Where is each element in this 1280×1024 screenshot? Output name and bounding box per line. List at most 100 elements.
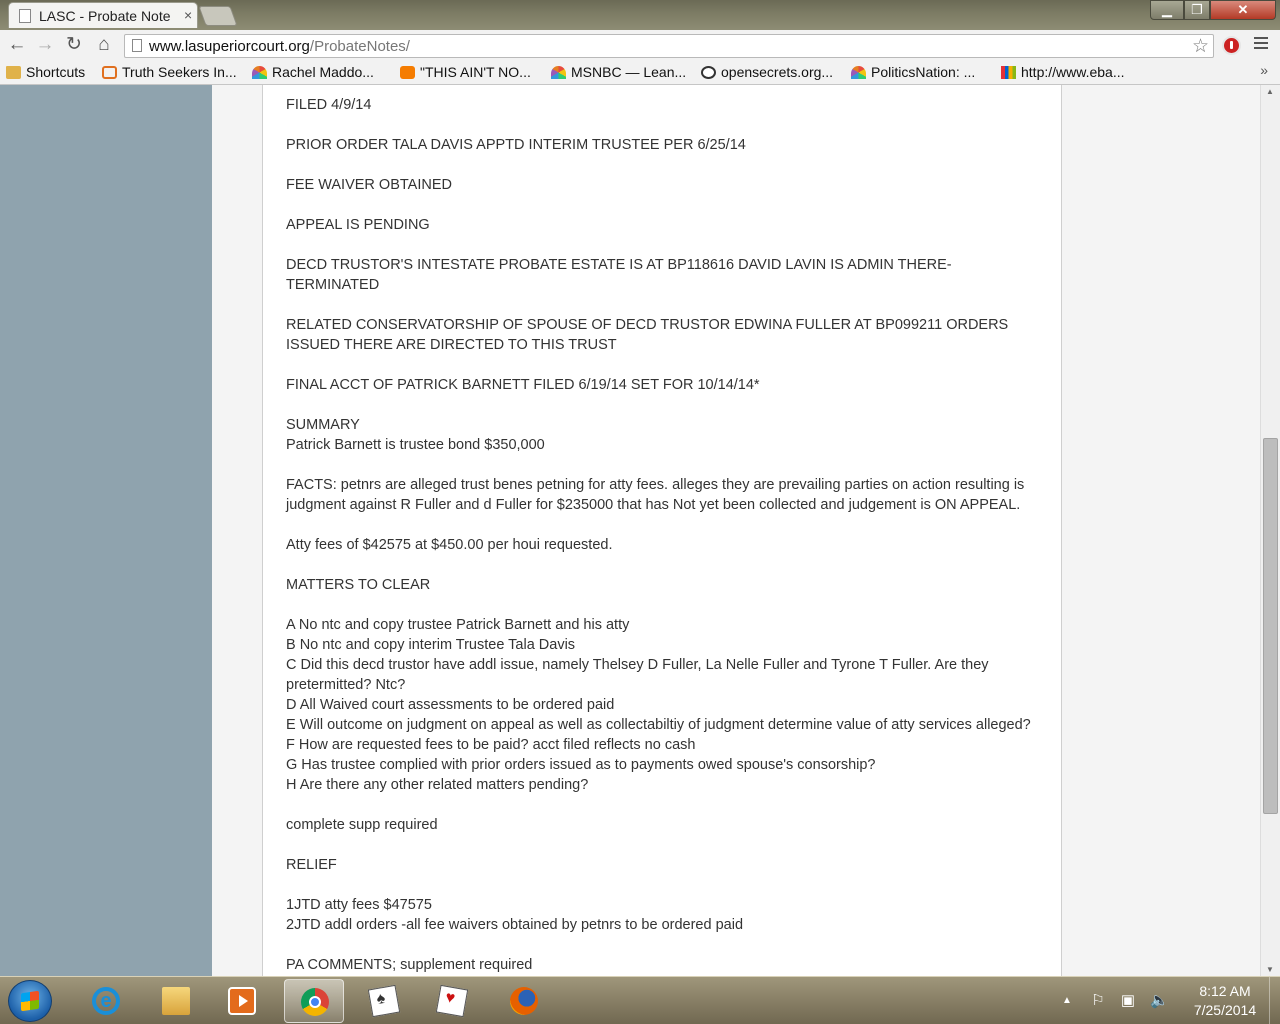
- show-hidden-icons-icon[interactable]: ▲: [1062, 995, 1072, 1006]
- page-icon: [132, 39, 142, 52]
- relief-item: 1JTD atty fees $47575: [286, 897, 432, 913]
- bookmark-ebay[interactable]: http://www.eba...: [1001, 62, 1125, 82]
- matter-item: E Will outcome on judgment on appeal as …: [286, 717, 1031, 733]
- tab-lasc-probate-notes[interactable]: LASC - Probate Note ×: [8, 2, 198, 28]
- taskbar-firefox[interactable]: [494, 979, 554, 1023]
- restore-button[interactable]: ❐: [1184, 0, 1210, 20]
- note-filed: FILED 4/9/14: [286, 97, 372, 113]
- volume-icon[interactable]: 🔈: [1150, 993, 1169, 1009]
- clock-date: 7/25/2014: [1193, 1002, 1257, 1018]
- note-prior-order: PRIOR ORDER TALA DAVIS APPTD INTERIM TRU…: [286, 137, 746, 153]
- probate-notes-text: FILED 4/9/14 PRIOR ORDER TALA DAVIS APPT…: [286, 95, 1046, 976]
- summary-text: Patrick Barnett is trustee bond $350,000: [286, 437, 545, 453]
- close-window-button[interactable]: ✕: [1210, 0, 1276, 20]
- ie-icon: e: [92, 987, 120, 1015]
- bookmark-label: http://www.eba...: [1021, 64, 1125, 80]
- matter-item: F How are requested fees to be paid? acc…: [286, 737, 696, 753]
- truthseekers-icon: [102, 66, 117, 79]
- action-center-flag-icon[interactable]: ⚐: [1090, 993, 1106, 1009]
- note-facts: FACTS: petnrs are alleged trust benes pe…: [286, 477, 1025, 513]
- bookmark-msnbc[interactable]: MSNBC — Lean...: [551, 62, 686, 82]
- note-related-conservatorship: RELATED CONSERVATORSHIP OF SPOUSE OF DEC…: [286, 317, 1009, 353]
- explorer-icon: [162, 987, 190, 1015]
- nbc-peacock-icon: [851, 66, 866, 79]
- matter-item: A No ntc and copy trustee Patrick Barnet…: [286, 617, 630, 633]
- blogger-icon: [400, 66, 415, 79]
- bookmark-label: Shortcuts: [26, 64, 86, 80]
- window-controls: ▁ ❐ ✕: [1150, 0, 1276, 22]
- extension-power-icon[interactable]: [1222, 36, 1241, 55]
- show-desktop-button[interactable]: [1269, 977, 1280, 1024]
- probate-note-panel: FILED 4/9/14 PRIOR ORDER TALA DAVIS APPT…: [262, 85, 1062, 976]
- scrollbar-thumb[interactable]: [1263, 438, 1278, 814]
- minimize-button[interactable]: ▁: [1150, 0, 1184, 20]
- system-tray: ▲ ⚐ ▣ 🔈 8:12 AM 7/25/2014: [1056, 977, 1280, 1024]
- hearts-icon: [435, 984, 469, 1018]
- bookmark-shortcuts[interactable]: Shortcuts: [6, 62, 85, 82]
- bookmark-opensecrets[interactable]: opensecrets.org...: [701, 62, 833, 82]
- bookmark-label: "THIS AIN'T NO...: [420, 64, 531, 80]
- bookmark-politicsnation[interactable]: PoliticsNation: ...: [851, 62, 975, 82]
- forward-arrow-icon[interactable]: →: [34, 34, 56, 56]
- bookmark-label: opensecrets.org...: [721, 64, 834, 80]
- bookmarks-overflow-icon[interactable]: »: [1260, 62, 1268, 78]
- bookmark-truth-seekers[interactable]: Truth Seekers In...: [102, 62, 237, 82]
- title-bar: LASC - Probate Note × ▁ ❐ ✕: [0, 0, 1280, 30]
- windows-taskbar: e ▲ ⚐ ▣ 🔈 8:12 AM 7/25/2014: [0, 976, 1280, 1024]
- ebay-icon: [1001, 66, 1016, 79]
- back-arrow-icon[interactable]: ←: [6, 34, 28, 56]
- solitaire-icon: [367, 984, 401, 1018]
- bookmark-label: Truth Seekers In...: [122, 64, 237, 80]
- url-path: /ProbateNotes/: [309, 38, 410, 55]
- relief-item: 2JTD addl orders -all fee waivers obtain…: [286, 917, 744, 933]
- url-text[interactable]: www.lasuperiorcourt.org/ProbateNotes/: [149, 38, 410, 55]
- reload-icon[interactable]: ↻: [63, 34, 85, 56]
- relief-heading: RELIEF: [286, 857, 337, 873]
- bookmark-rachel-maddow[interactable]: Rachel Maddo...: [252, 62, 374, 82]
- taskbar-explorer[interactable]: [146, 979, 206, 1023]
- bookmarks-bar: Shortcuts Truth Seekers In... Rachel Mad…: [0, 60, 1280, 85]
- url-host: www.lasuperiorcourt.org: [149, 38, 310, 55]
- tab-title: LASC - Probate Note: [39, 8, 171, 24]
- matter-item: D All Waived court assessments to be ord…: [286, 697, 615, 713]
- home-icon[interactable]: ⌂: [93, 34, 115, 56]
- taskbar-hearts[interactable]: [422, 979, 482, 1023]
- tab-close-icon[interactable]: ×: [184, 7, 192, 23]
- taskbar-solitaire[interactable]: [354, 979, 414, 1023]
- summary-heading: SUMMARY: [286, 417, 360, 433]
- bookmark-star-icon[interactable]: ☆: [1192, 35, 1209, 58]
- bookmark-label: PoliticsNation: ...: [871, 64, 976, 80]
- windows-logo-icon: [21, 990, 39, 1012]
- nbc-peacock-icon: [252, 66, 267, 79]
- chrome-icon: [301, 988, 329, 1016]
- chrome-menu-icon[interactable]: [1254, 37, 1268, 52]
- note-fee-waiver: FEE WAIVER OBTAINED: [286, 177, 452, 193]
- scroll-down-icon[interactable]: ▼: [1266, 965, 1274, 974]
- taskbar-chrome[interactable]: [284, 979, 344, 1023]
- browser-toolbar: ← → ↻ ⌂ www.lasuperiorcourt.org/ProbateN…: [0, 30, 1280, 60]
- network-icon[interactable]: ▣: [1120, 993, 1136, 1009]
- clock-time: 8:12 AM: [1199, 983, 1251, 999]
- matter-item: H Are there any other related matters pe…: [286, 777, 589, 793]
- address-bar[interactable]: www.lasuperiorcourt.org/ProbateNotes/ ☆: [124, 34, 1214, 58]
- vertical-scrollbar[interactable]: ▲ ▼: [1260, 85, 1280, 976]
- taskbar-ie[interactable]: e: [76, 979, 136, 1023]
- matter-item: C Did this decd trustor have addl issue,…: [286, 657, 989, 693]
- start-button[interactable]: [8, 980, 52, 1022]
- folder-icon: [6, 66, 21, 79]
- matters-heading: MATTERS TO CLEAR: [286, 577, 431, 593]
- clock[interactable]: 8:12 AM 7/25/2014: [1180, 982, 1270, 1020]
- taskbar-media-center[interactable]: [212, 979, 272, 1023]
- scroll-up-icon[interactable]: ▲: [1266, 87, 1274, 96]
- note-supp-required: complete supp required: [286, 817, 438, 833]
- note-decd-trustor: DECD TRUSTOR'S INTESTATE PROBATE ESTATE …: [286, 257, 952, 293]
- eye-icon: [701, 66, 716, 79]
- page-favicon-icon: [19, 9, 31, 23]
- bookmark-this-aint-no[interactable]: "THIS AIN'T NO...: [400, 62, 531, 82]
- media-center-icon: [228, 987, 256, 1015]
- page-viewport: FILED 4/9/14 PRIOR ORDER TALA DAVIS APPT…: [0, 85, 1260, 976]
- firefox-icon: [510, 987, 538, 1015]
- nbc-peacock-icon: [551, 66, 566, 79]
- new-tab-button[interactable]: [198, 6, 238, 26]
- matter-item: G Has trustee complied with prior orders…: [286, 757, 876, 773]
